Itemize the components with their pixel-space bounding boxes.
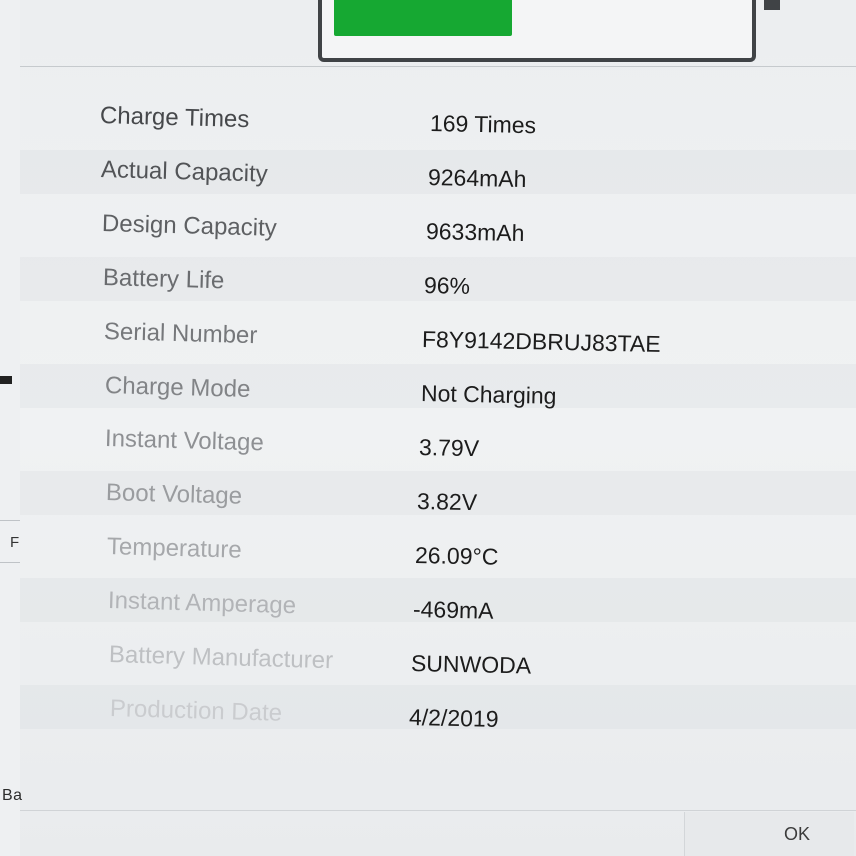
footer-divider <box>20 810 856 811</box>
info-row-instant-voltage: Instant Voltage 3.79V <box>20 417 856 461</box>
info-label: Charge Mode <box>104 371 251 403</box>
info-label: Instant Amperage <box>107 587 297 620</box>
screen: F Charge Times 169 Times Actual Capacity… <box>0 0 856 856</box>
info-value: -469mA <box>412 596 494 624</box>
info-label: Actual Capacity <box>100 155 268 188</box>
info-value: SUNWODA <box>410 650 532 679</box>
background-window-label: Ba <box>2 787 23 804</box>
info-value: 9264mAh <box>427 164 527 193</box>
info-label: Charge Times <box>99 102 250 134</box>
info-value: 96% <box>424 272 471 299</box>
info-value: 3.79V <box>418 434 479 462</box>
background-window-divider <box>0 562 20 563</box>
info-label: Battery Manufacturer <box>108 641 334 675</box>
background-window-text: F <box>10 534 20 551</box>
battery-level-indicator <box>318 0 756 62</box>
info-label: Instant Voltage <box>105 425 265 457</box>
info-value: 3.82V <box>416 488 478 516</box>
info-row-production-date: Production Date 4/2/2019 <box>20 684 856 732</box>
info-row-temperature: Temperature 26.09°C <box>20 524 856 570</box>
background-window: F <box>0 0 21 856</box>
background-window-divider <box>0 520 20 521</box>
info-row-instant-amperage: Instant Amperage -469mA <box>20 577 856 624</box>
battery-level-fill <box>334 0 512 36</box>
info-row-serial-number: Serial Number F8Y9142DBRUJ83TAE <box>20 310 856 357</box>
ok-button[interactable]: OK <box>684 812 854 856</box>
info-value: 4/2/2019 <box>408 704 499 732</box>
info-label: Design Capacity <box>101 209 277 242</box>
info-value: F8Y9142DBRUJ83TAE <box>422 326 662 357</box>
battery-info-dialog: Charge Times 169 Times Actual Capacity 9… <box>20 0 856 856</box>
info-label: Production Date <box>109 694 283 727</box>
info-row-actual-capacity: Actual Capacity 9264mAh <box>20 149 856 194</box>
info-value: 9633mAh <box>425 218 525 247</box>
info-row-charge-mode: Charge Mode Not Charging <box>20 363 856 409</box>
info-label: Battery Life <box>102 263 225 295</box>
divider <box>20 66 856 67</box>
info-label: Serial Number <box>103 317 258 349</box>
background-window-mark <box>0 376 12 384</box>
info-row-charge-times: Charge Times 169 Times <box>20 96 856 140</box>
info-row-boot-voltage: Boot Voltage 3.82V <box>20 470 856 516</box>
info-value: 26.09°C <box>414 542 499 570</box>
info-value: Not Charging <box>420 380 557 409</box>
info-value: 169 Times <box>429 110 537 139</box>
info-row-design-capacity: Design Capacity 9633mAh <box>20 203 856 247</box>
info-label: Temperature <box>106 533 243 564</box>
info-row-battery-life: Battery Life 96% <box>20 256 856 301</box>
info-row-battery-manufacturer: Battery Manufacturer SUNWODA <box>20 631 856 679</box>
battery-terminal <box>764 0 780 10</box>
info-label: Boot Voltage <box>105 479 243 511</box>
